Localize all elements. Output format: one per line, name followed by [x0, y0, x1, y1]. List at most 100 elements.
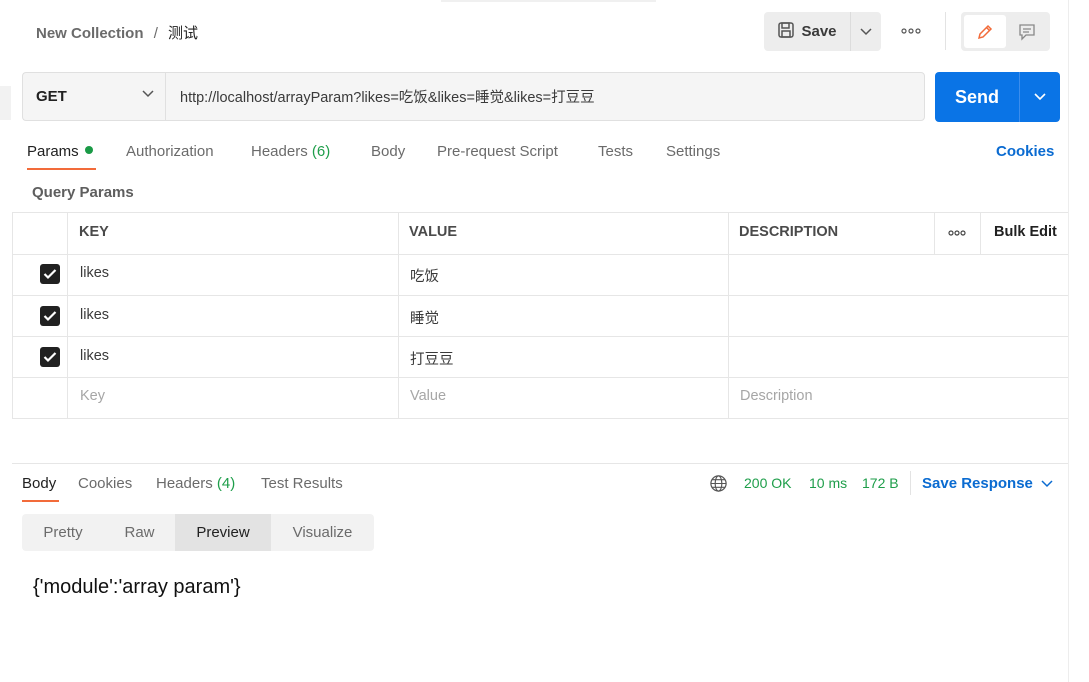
- response-time[interactable]: 10 ms: [809, 475, 847, 491]
- checkmark-icon: [43, 269, 57, 280]
- column-header-value: VALUE: [409, 224, 458, 240]
- breadcrumb-collection[interactable]: New Collection: [36, 25, 144, 42]
- table-border: [12, 212, 13, 419]
- response-active-tab-indicator: [22, 500, 59, 502]
- new-value-input[interactable]: Value: [410, 388, 446, 404]
- pencil-icon: [977, 24, 993, 39]
- table-border: [12, 295, 1068, 296]
- table-border: [934, 212, 935, 254]
- row-checkbox[interactable]: [40, 264, 60, 284]
- method-label: GET: [36, 88, 67, 105]
- column-header-key: KEY: [79, 224, 109, 240]
- view-preview-button[interactable]: Preview: [175, 514, 271, 551]
- chevron-down-icon: [1041, 479, 1053, 487]
- response-tab-headers-label: Headers: [156, 475, 213, 492]
- header-divider: [945, 12, 946, 50]
- table-border: [67, 212, 68, 419]
- more-actions-button[interactable]: [898, 20, 924, 42]
- breadcrumb-request-name[interactable]: 测试: [168, 25, 198, 42]
- column-options-button[interactable]: [946, 224, 968, 242]
- tab-tests[interactable]: Tests: [598, 143, 633, 160]
- send-button[interactable]: Send: [935, 72, 1019, 122]
- save-options-button[interactable]: [851, 12, 881, 51]
- right-divider: [1068, 0, 1069, 682]
- save-icon: [777, 21, 795, 43]
- table-border: [12, 254, 1068, 255]
- save-response-label: Save Response: [922, 475, 1033, 492]
- response-preview-body: {'module':'array param'}: [33, 576, 241, 598]
- row-checkbox[interactable]: [40, 347, 60, 367]
- response-view-toggle: Pretty Raw Preview Visualize: [22, 514, 374, 551]
- chevron-down-icon: [860, 27, 872, 35]
- breadcrumb: New Collection / 测试: [36, 22, 198, 43]
- response-status[interactable]: 200 OK: [744, 475, 791, 491]
- more-icon: [901, 28, 921, 34]
- tab-prerequest-script[interactable]: Pre-request Script: [437, 143, 558, 160]
- tab-headers-count: (6): [311, 143, 331, 160]
- globe-icon: [710, 475, 727, 492]
- active-tab-edge: [441, 0, 656, 2]
- chevron-down-icon: [142, 90, 154, 98]
- table-border: [980, 212, 981, 254]
- response-size[interactable]: 172 B: [862, 475, 899, 491]
- query-params-title: Query Params: [32, 184, 134, 201]
- param-value[interactable]: 吃饭: [410, 265, 439, 286]
- send-options-button[interactable]: [1020, 72, 1060, 122]
- edit-mode-button[interactable]: [964, 15, 1006, 48]
- param-key[interactable]: likes: [80, 307, 109, 323]
- checkmark-icon: [43, 311, 57, 322]
- cookies-link[interactable]: Cookies: [996, 143, 1054, 160]
- comment-mode-button[interactable]: [1006, 15, 1048, 48]
- tab-authorization[interactable]: Authorization: [126, 143, 214, 160]
- view-raw-button[interactable]: Raw: [104, 514, 175, 551]
- table-border: [398, 212, 399, 419]
- tab-headers[interactable]: Headers (6): [251, 143, 330, 160]
- param-description[interactable]: [740, 307, 1060, 327]
- method-select[interactable]: GET: [22, 72, 165, 121]
- tab-headers-label: Headers: [251, 143, 308, 160]
- table-border: [12, 418, 1068, 419]
- row-checkbox[interactable]: [40, 306, 60, 326]
- param-value[interactable]: 睡觉: [410, 307, 439, 328]
- new-description-input[interactable]: Description: [740, 388, 813, 404]
- response-tab-headers-count: (4): [216, 475, 236, 492]
- url-text: http://localhost/arrayParam?likes=吃饭&lik…: [180, 90, 595, 106]
- active-tab-indicator: [27, 168, 96, 170]
- bulk-edit-button[interactable]: Bulk Edit: [994, 224, 1057, 240]
- checkmark-icon: [43, 352, 57, 363]
- param-key[interactable]: likes: [80, 348, 109, 364]
- response-tab-cookies[interactable]: Cookies: [78, 475, 132, 492]
- new-key-input[interactable]: Key: [80, 388, 105, 404]
- mode-toggle: [961, 12, 1050, 51]
- response-divider[interactable]: [12, 463, 1068, 464]
- more-icon: [948, 230, 966, 236]
- response-tab-headers[interactable]: Headers (4): [156, 475, 235, 492]
- tab-settings[interactable]: Settings: [666, 143, 720, 160]
- save-label: Save: [801, 23, 837, 40]
- view-pretty-button[interactable]: Pretty: [22, 514, 104, 551]
- view-visualize-button[interactable]: Visualize: [271, 514, 374, 551]
- send-button-group: Send: [935, 72, 1060, 122]
- breadcrumb-separator: /: [153, 25, 158, 42]
- status-divider: [910, 471, 911, 495]
- response-tab-test-results[interactable]: Test Results: [261, 475, 343, 492]
- param-description[interactable]: [740, 348, 1060, 368]
- table-border: [12, 212, 1068, 213]
- comment-icon: [1019, 23, 1035, 41]
- param-key[interactable]: likes: [80, 265, 109, 281]
- network-info-button[interactable]: [709, 474, 728, 496]
- tab-params-label: Params: [27, 143, 79, 160]
- table-border: [728, 212, 729, 419]
- tab-body[interactable]: Body: [371, 143, 405, 160]
- tab-params[interactable]: Params: [27, 143, 93, 160]
- param-description[interactable]: [740, 265, 1060, 285]
- table-border: [12, 377, 1068, 378]
- save-button[interactable]: Save: [764, 12, 851, 51]
- save-response-button[interactable]: Save Response: [922, 475, 1053, 492]
- param-value[interactable]: 打豆豆: [410, 348, 454, 369]
- save-button-group: Save: [764, 12, 881, 51]
- url-input[interactable]: http://localhost/arrayParam?likes=吃饭&lik…: [165, 72, 925, 121]
- sidebar-edge: [0, 86, 11, 120]
- table-border: [12, 336, 1068, 337]
- response-tab-body[interactable]: Body: [22, 475, 56, 492]
